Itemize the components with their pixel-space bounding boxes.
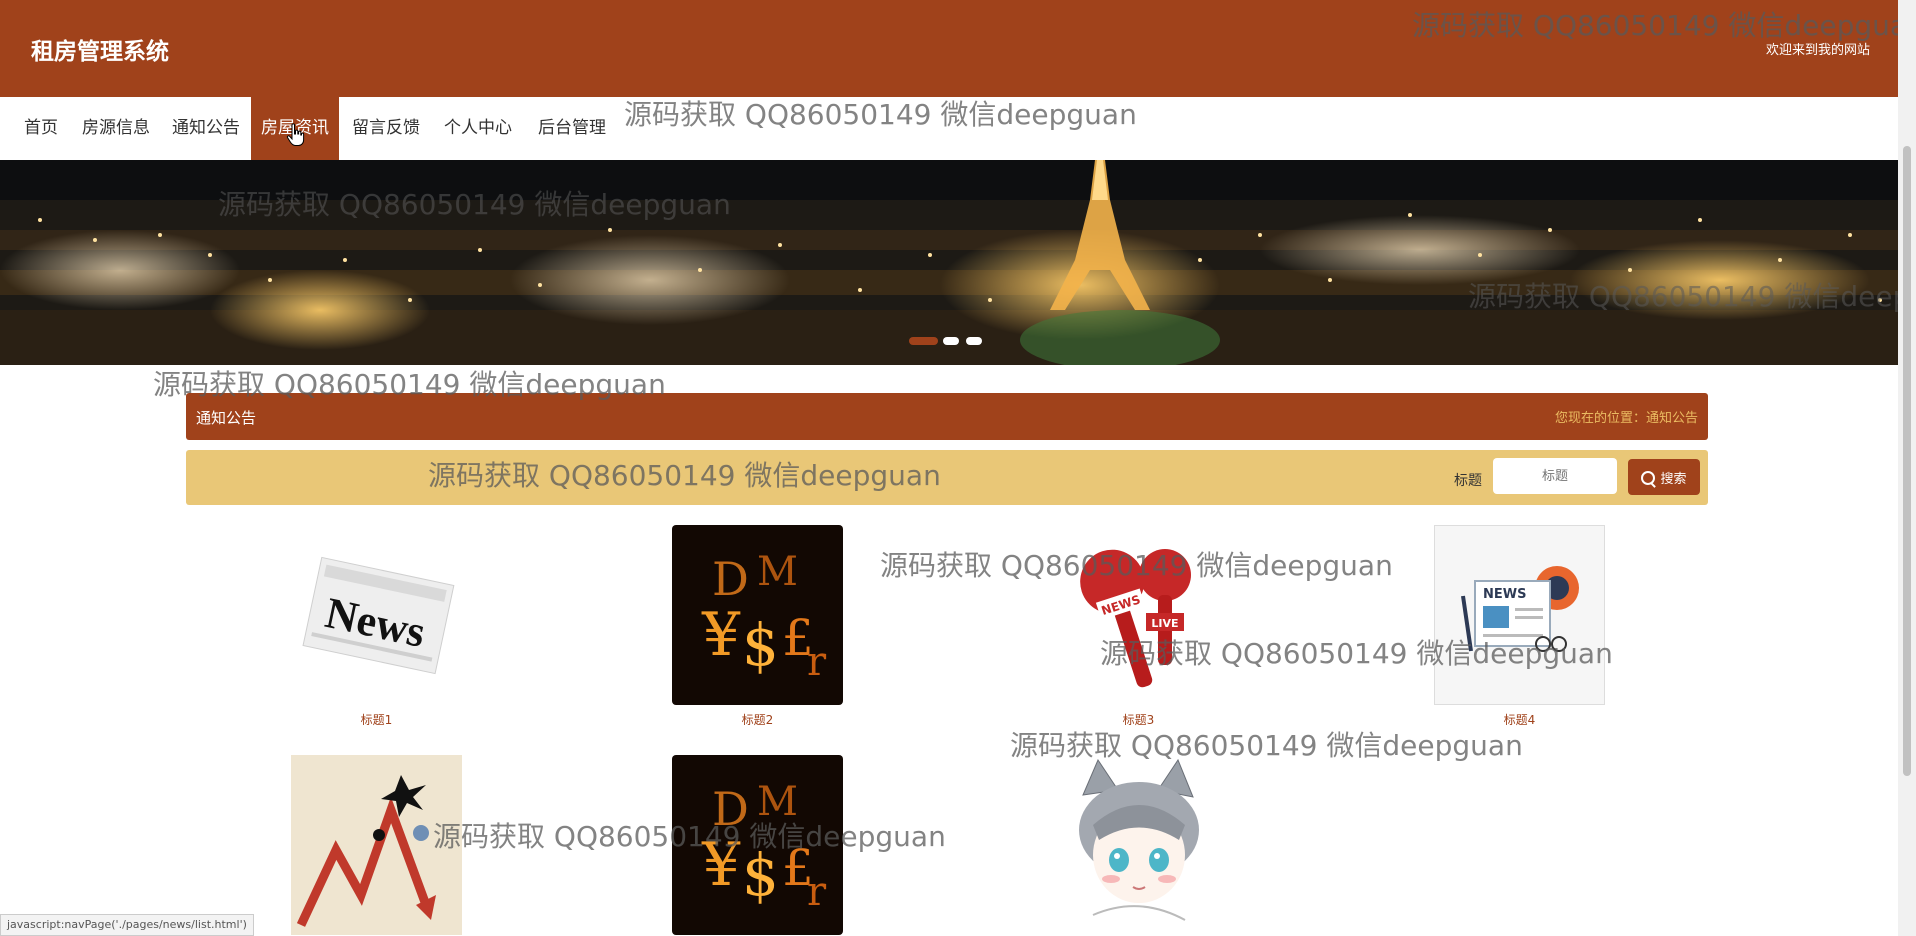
nav-item-profile[interactable]: 个人中心 — [432, 97, 524, 160]
search-bar: 标题 搜索 — [186, 450, 1708, 505]
svg-text:r: r — [807, 639, 827, 685]
nav-item-listings[interactable]: 房源信息 — [72, 97, 160, 160]
news-item[interactable]: D M ¥ $ £ r 标题2 — [672, 525, 843, 728]
hand-cursor-icon — [286, 123, 305, 146]
search-label: 标题 — [1454, 473, 1482, 489]
site-title: 租房管理系统 — [31, 39, 169, 65]
news-title[interactable]: 标题1 — [291, 711, 462, 728]
watermark: 源码获取 QQ86050149 微信deepguan — [1412, 9, 1916, 42]
carousel-dot-3[interactable] — [966, 337, 982, 345]
anime-cat-boy-image[interactable] — [1053, 755, 1224, 935]
status-bar-url: javascript:navPage('./pages/news/list.ht… — [0, 914, 254, 936]
watermark: 源码获取 QQ86050149 微信deepguan — [1100, 637, 1613, 670]
breadcrumb: 您现在的位置：通知公告 — [1554, 411, 1698, 426]
watermark: 源码获取 QQ86050149 微信deepguan — [1010, 729, 1523, 762]
currency-image[interactable]: D M ¥ $ £ r — [672, 525, 843, 705]
watermark: 源码获取 QQ86050149 微信deepguan — [880, 549, 1393, 582]
newspaper-image[interactable]: News — [291, 525, 462, 705]
svg-text:$: $ — [742, 611, 779, 679]
news-title[interactable]: 标题2 — [672, 711, 843, 728]
watermark: 源码获取 QQ86050149 微信deepguan — [1468, 280, 1916, 313]
title-search-input[interactable] — [1493, 458, 1617, 494]
news-item[interactable] — [1053, 755, 1224, 935]
page-scrollbar[interactable] — [1898, 0, 1916, 936]
news-item[interactable]: News 标题1 — [291, 525, 462, 728]
carousel-dot-1[interactable] — [909, 337, 938, 345]
watermark: 源码获取 QQ86050149 微信deepguan — [433, 820, 946, 853]
nav-item-home[interactable]: 首页 — [12, 97, 70, 160]
scrollbar-thumb[interactable] — [1903, 146, 1911, 776]
watermark: 源码获取 QQ86050149 微信deepguan — [153, 368, 666, 401]
nav-item-feedback[interactable]: 留言反馈 — [341, 97, 431, 160]
search-icon — [1641, 470, 1656, 485]
svg-text:D: D — [712, 552, 749, 606]
news-icon-image[interactable]: NEWS — [1434, 525, 1605, 705]
svg-text:M: M — [757, 549, 798, 595]
svg-text:r: r — [807, 869, 827, 915]
watermark: 源码获取 QQ86050149 微信deepguan — [428, 459, 941, 492]
svg-text:LIVE: LIVE — [1151, 617, 1178, 630]
news-item[interactable]: NEWS 标题4 — [1434, 525, 1605, 728]
search-button[interactable]: 搜索 — [1628, 459, 1700, 495]
nav-item-admin[interactable]: 后台管理 — [526, 97, 618, 160]
svg-text:¥: ¥ — [701, 600, 741, 670]
watermark: 源码获取 QQ86050149 微信deepguan — [624, 98, 1137, 131]
watermark: 源码获取 QQ86050149 微信deepguan — [218, 188, 731, 221]
search-button-label: 搜索 — [1660, 471, 1687, 487]
svg-text:NEWS: NEWS — [1483, 587, 1526, 602]
section-title: 通知公告 — [196, 409, 257, 427]
nav-item-notices[interactable]: 通知公告 — [162, 97, 250, 160]
carousel-dot-2[interactable] — [943, 337, 959, 345]
